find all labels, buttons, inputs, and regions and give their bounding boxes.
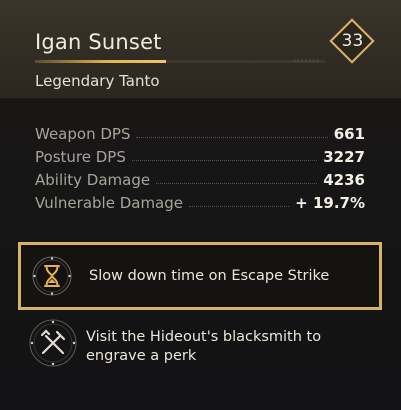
item-header: Igan Sunset ››››››› Legendary Tanto 33 (0, 0, 401, 98)
perk-slot-active[interactable]: Slow down time on Escape Strike (18, 242, 382, 310)
stat-row-ability-damage: Ability Damage 4236 (35, 168, 365, 191)
perk-slot-empty[interactable]: Visit the Hideout's blacksmith to engrav… (18, 318, 382, 380)
item-progress-fill (35, 60, 166, 63)
perk-empty-text: Visit the Hideout's blacksmith to engrav… (86, 329, 322, 364)
item-level: 33 (341, 31, 364, 51)
stat-value: 4236 (323, 170, 365, 189)
stat-label: Posture DPS (35, 147, 126, 166)
perk-active-text: Slow down time on Escape Strike (89, 268, 330, 284)
stat-label: Vulnerable Damage (35, 193, 183, 212)
stat-label: Weapon DPS (35, 124, 131, 143)
stat-value: 3227 (323, 147, 365, 166)
progress-chevrons-icon: ››››››› (292, 56, 320, 65)
blacksmith-tools-icon (29, 319, 77, 367)
stat-leader-dots (156, 183, 318, 184)
stat-row-posture-dps: Posture DPS 3227 (35, 145, 365, 168)
stat-row-weapon-dps: Weapon DPS 661 (35, 122, 365, 145)
stat-label: Ability Damage (35, 170, 151, 189)
stats-list: Weapon DPS 661 Posture DPS 3227 Ability … (35, 122, 365, 214)
item-name: Igan Sunset (35, 30, 162, 54)
item-tooltip-panel: Igan Sunset ››››››› Legendary Tanto 33 W… (0, 0, 401, 410)
stat-value: 661 (333, 124, 365, 143)
item-progress-bar (35, 60, 325, 63)
stat-leader-dots (131, 160, 318, 161)
stat-row-vulnerable-damage: Vulnerable Damage + 19.7% (35, 191, 365, 214)
hourglass-icon (32, 256, 72, 296)
level-badge: 33 (329, 18, 376, 65)
item-type: Legendary Tanto (35, 72, 160, 90)
stat-leader-dots (136, 137, 328, 138)
stat-value: + 19.7% (295, 193, 365, 212)
stat-leader-dots (189, 206, 290, 207)
